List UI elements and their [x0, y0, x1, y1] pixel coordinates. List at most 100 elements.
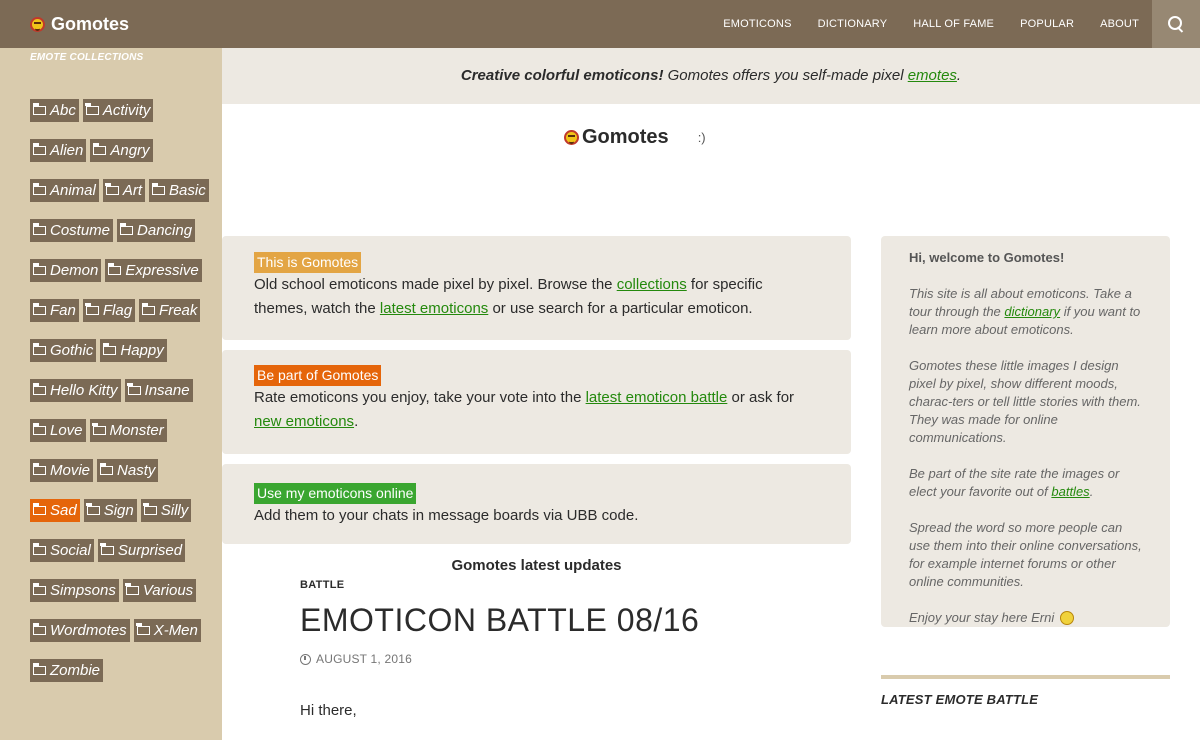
collection-tag-sad[interactable]: Sad [30, 498, 80, 522]
folder-icon [107, 262, 122, 275]
card-text-part: or use search for a particular emoticon. [492, 300, 753, 317]
collection-tag-hello-kitty[interactable]: Hello Kitty [30, 378, 121, 402]
collection-tag-movie[interactable]: Movie [30, 458, 94, 482]
tagline-text: Gomotes offers you self-made pixel [667, 67, 904, 84]
widget-paragraph: Be part of the site rate the images or e… [909, 465, 1142, 501]
collection-tag-gothic[interactable]: Gothic [30, 338, 97, 362]
folder-icon [141, 302, 156, 315]
collection-tag-costume[interactable]: Costume [30, 218, 114, 242]
folder-icon [143, 502, 157, 515]
collection-tag-label: Insane [144, 381, 190, 399]
folder-icon [32, 262, 46, 275]
collection-tag-nasty[interactable]: Nasty [97, 458, 159, 482]
latest-battle-title: LATEST EMOTE BATTLE [881, 692, 1039, 707]
card-badge: Use my emoticons online [254, 483, 417, 504]
tagline-emotes-link[interactable]: emotes [908, 67, 957, 84]
widget-paragraph: Enjoy your stay here Erni [909, 609, 1142, 627]
brand-link[interactable]: Gomotes [30, 12, 129, 36]
collection-tag-label: Wordmotes [50, 621, 127, 639]
collection-tag-label: Costume [50, 221, 111, 239]
folder-icon [32, 622, 46, 635]
gomotes-logo-icon [564, 130, 579, 145]
folder-icon [92, 422, 106, 435]
card-text-part: . [354, 413, 359, 430]
collection-tag-expressive[interactable]: Expressive [105, 258, 202, 282]
card-text: Rate emoticons you enjoy, take your vote… [254, 386, 819, 434]
collection-tag-label: Freak [159, 301, 198, 319]
folder-icon [85, 102, 99, 115]
search-button[interactable] [1152, 0, 1200, 48]
collection-tag-label: Expressive [125, 261, 199, 279]
folder-icon [127, 382, 141, 395]
folder-icon [119, 222, 134, 235]
nav-popular[interactable]: POPULAR [1020, 18, 1074, 30]
collection-tag-label: Alien [50, 141, 84, 159]
nav-hall-of-fame[interactable]: HALL OF FAME [913, 18, 994, 30]
collection-tag-happy[interactable]: Happy [100, 338, 167, 362]
collection-tag-activity[interactable]: Activity [82, 98, 154, 122]
card-use-emoticons-online: Use my emoticons online Add them to your… [222, 464, 851, 544]
collection-tag-demon[interactable]: Demon [30, 258, 102, 282]
collection-tag-label: Love [50, 421, 83, 439]
collection-tag-label: Art [122, 181, 143, 199]
site-logo[interactable]: Gomotes :) [564, 126, 706, 149]
dictionary-link[interactable]: dictionary [1004, 304, 1060, 319]
nav-dictionary[interactable]: DICTIONARY [818, 18, 888, 30]
collection-tag-x-men[interactable]: X-Men [133, 618, 201, 642]
collection-tag-silly[interactable]: Silly [140, 498, 192, 522]
collection-tag-angry[interactable]: Angry [90, 138, 153, 162]
widget-text: . [1089, 484, 1094, 499]
card-text: Old school emoticons made pixel by pixel… [254, 273, 819, 321]
tagline-banner: Creative colorful emoticons! Gomotes off… [222, 48, 1200, 104]
collection-tag-animal[interactable]: Animal [30, 178, 99, 202]
folder-icon [32, 142, 46, 155]
tagline-bold: Creative colorful emoticons! [460, 67, 664, 84]
collection-tag-basic[interactable]: Basic [149, 178, 209, 202]
folder-icon [151, 182, 166, 195]
nav-emoticons[interactable]: EMOTICONS [723, 18, 791, 30]
tag-cloud: Abc Activity Alien Angry Animal Art Basic Costu… [30, 90, 216, 690]
post-title-link[interactable]: EMOTICON BATTLE 08/16 [300, 602, 699, 639]
latest-emoticon-battle-link[interactable]: latest emoticon battle [586, 389, 728, 406]
card-badge: This is Gomotes [254, 252, 362, 273]
collection-tag-alien[interactable]: Alien [30, 138, 87, 162]
collection-tag-simpsons[interactable]: Simpsons [30, 578, 119, 602]
smiley-icon [1060, 611, 1075, 625]
post-category-link[interactable]: BATTLE [300, 579, 344, 591]
collection-tag-zombie[interactable]: Zombie [30, 658, 104, 682]
collection-tag-dancing[interactable]: Dancing [117, 218, 196, 242]
search-icon [1167, 15, 1185, 33]
folder-icon [86, 502, 100, 515]
collection-tag-label: Various [142, 581, 194, 599]
folder-icon [32, 382, 46, 395]
folder-icon [136, 622, 150, 635]
top-bar: Gomotes EMOTICONS DICTIONARY HALL OF FAM… [0, 0, 1200, 48]
collection-tag-various[interactable]: Various [122, 578, 197, 602]
collection-tag-label: Monster [109, 421, 164, 439]
collections-link[interactable]: collections [617, 276, 687, 293]
latest-emoticons-link[interactable]: latest emoticons [380, 300, 488, 317]
collection-tag-label: Simpsons [50, 581, 116, 599]
collection-tag-wordmotes[interactable]: Wordmotes [30, 618, 130, 642]
collection-tag-flag[interactable]: Flag [82, 298, 136, 322]
logo-emote: :) [697, 130, 706, 145]
post-date[interactable]: AUGUST 1, 2016 [300, 652, 412, 666]
collection-tag-surprised[interactable]: Surprised [97, 538, 186, 562]
collection-tag-fan[interactable]: Fan [30, 298, 79, 322]
collection-tag-sign[interactable]: Sign [83, 498, 137, 522]
collection-tag-art[interactable]: Art [102, 178, 146, 202]
battles-link[interactable]: battles [1051, 484, 1089, 499]
collection-tag-abc[interactable]: Abc [30, 98, 79, 122]
nav-about[interactable]: ABOUT [1100, 18, 1139, 30]
folder-icon [92, 142, 107, 155]
collection-tag-label: Zombie [50, 661, 101, 679]
folder-icon [32, 182, 46, 195]
collection-tag-monster[interactable]: Monster [89, 418, 167, 442]
collection-tag-social[interactable]: Social [30, 538, 94, 562]
collection-tag-label: Animal [50, 181, 96, 199]
collection-tag-freak[interactable]: Freak [139, 298, 201, 322]
collection-tag-love[interactable]: Love [30, 418, 86, 442]
collection-tag-label: Abc [50, 101, 76, 119]
new-emoticons-link[interactable]: new emoticons [254, 413, 354, 430]
collection-tag-insane[interactable]: Insane [124, 378, 193, 402]
